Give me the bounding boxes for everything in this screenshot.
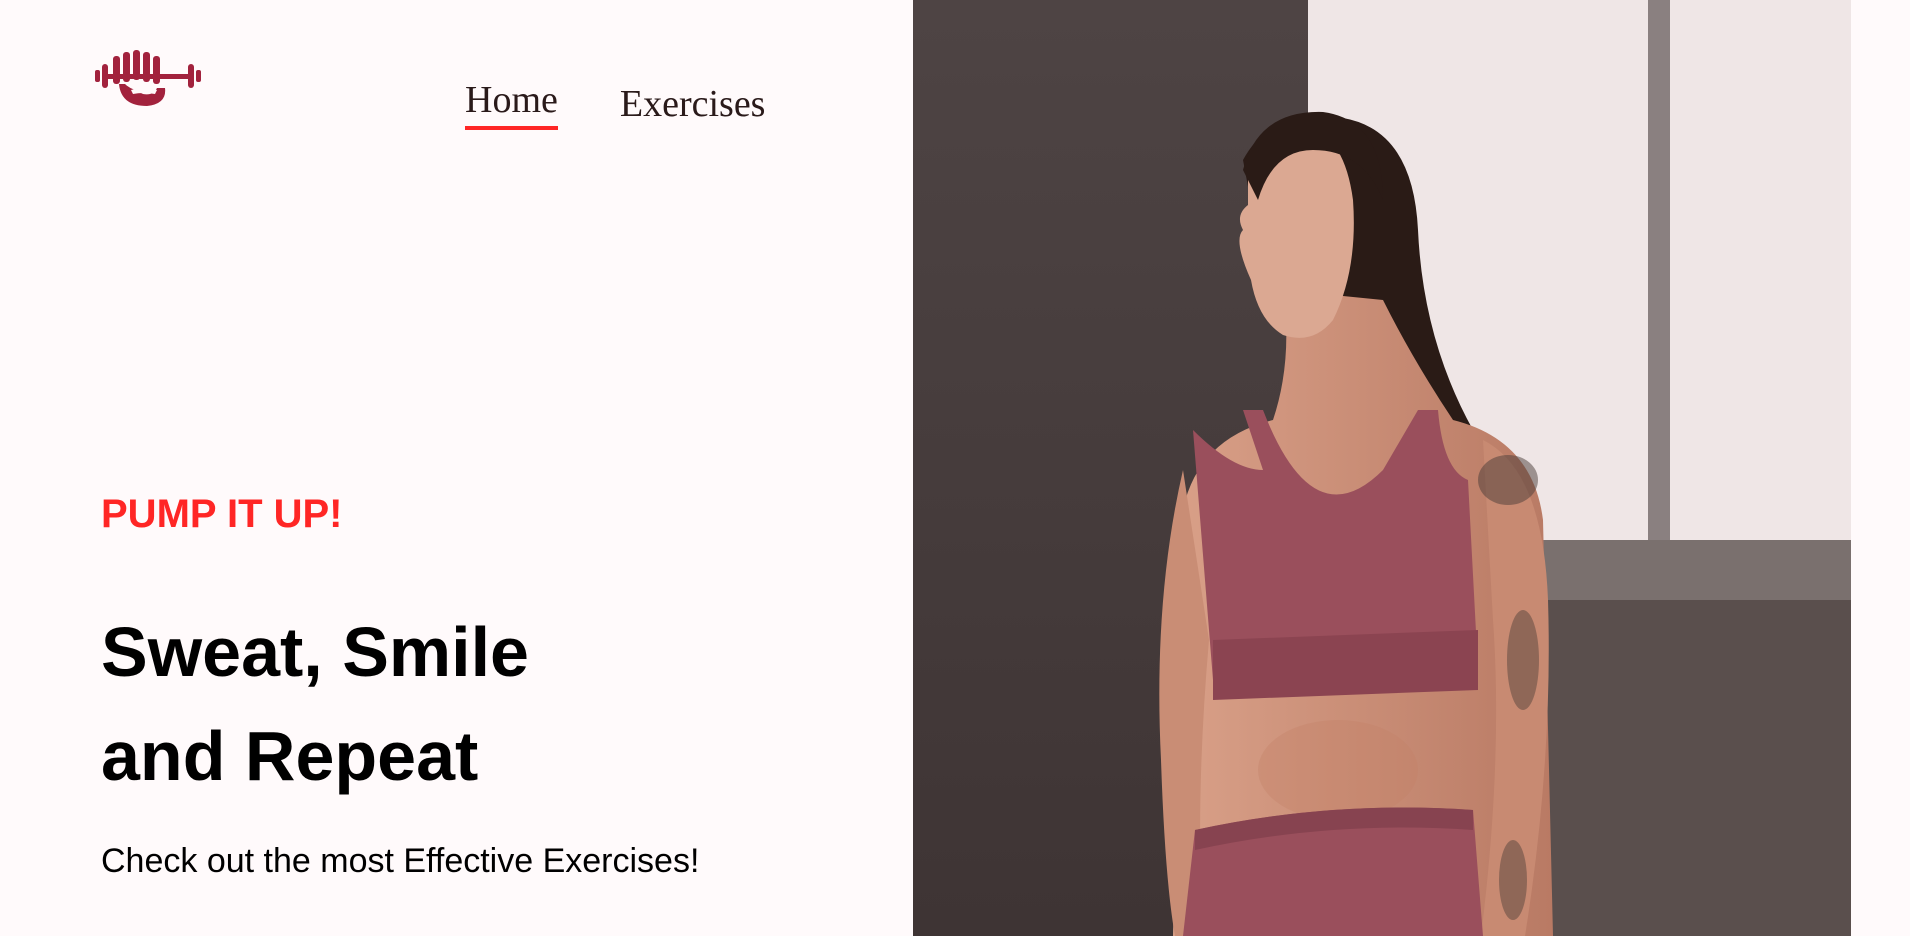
hero-banner-image	[913, 0, 1851, 936]
hero-headline: Sweat, Smile and Repeat	[101, 600, 801, 808]
hero-tagline: PUMP IT UP!	[101, 492, 343, 536]
logo[interactable]	[95, 50, 201, 108]
hero-illustration	[913, 0, 1851, 936]
nav-home-link[interactable]: Home	[465, 78, 558, 130]
headline-line-1: Sweat, Smile	[101, 613, 529, 691]
dumbbell-fist-icon	[95, 50, 201, 106]
nav-exercises-link[interactable]: Exercises	[620, 82, 766, 130]
hero-subtext: Check out the most Effective Exercises!	[101, 842, 700, 880]
headline-line-2: and Repeat	[101, 717, 479, 795]
main-nav: Home Exercises	[465, 78, 765, 130]
